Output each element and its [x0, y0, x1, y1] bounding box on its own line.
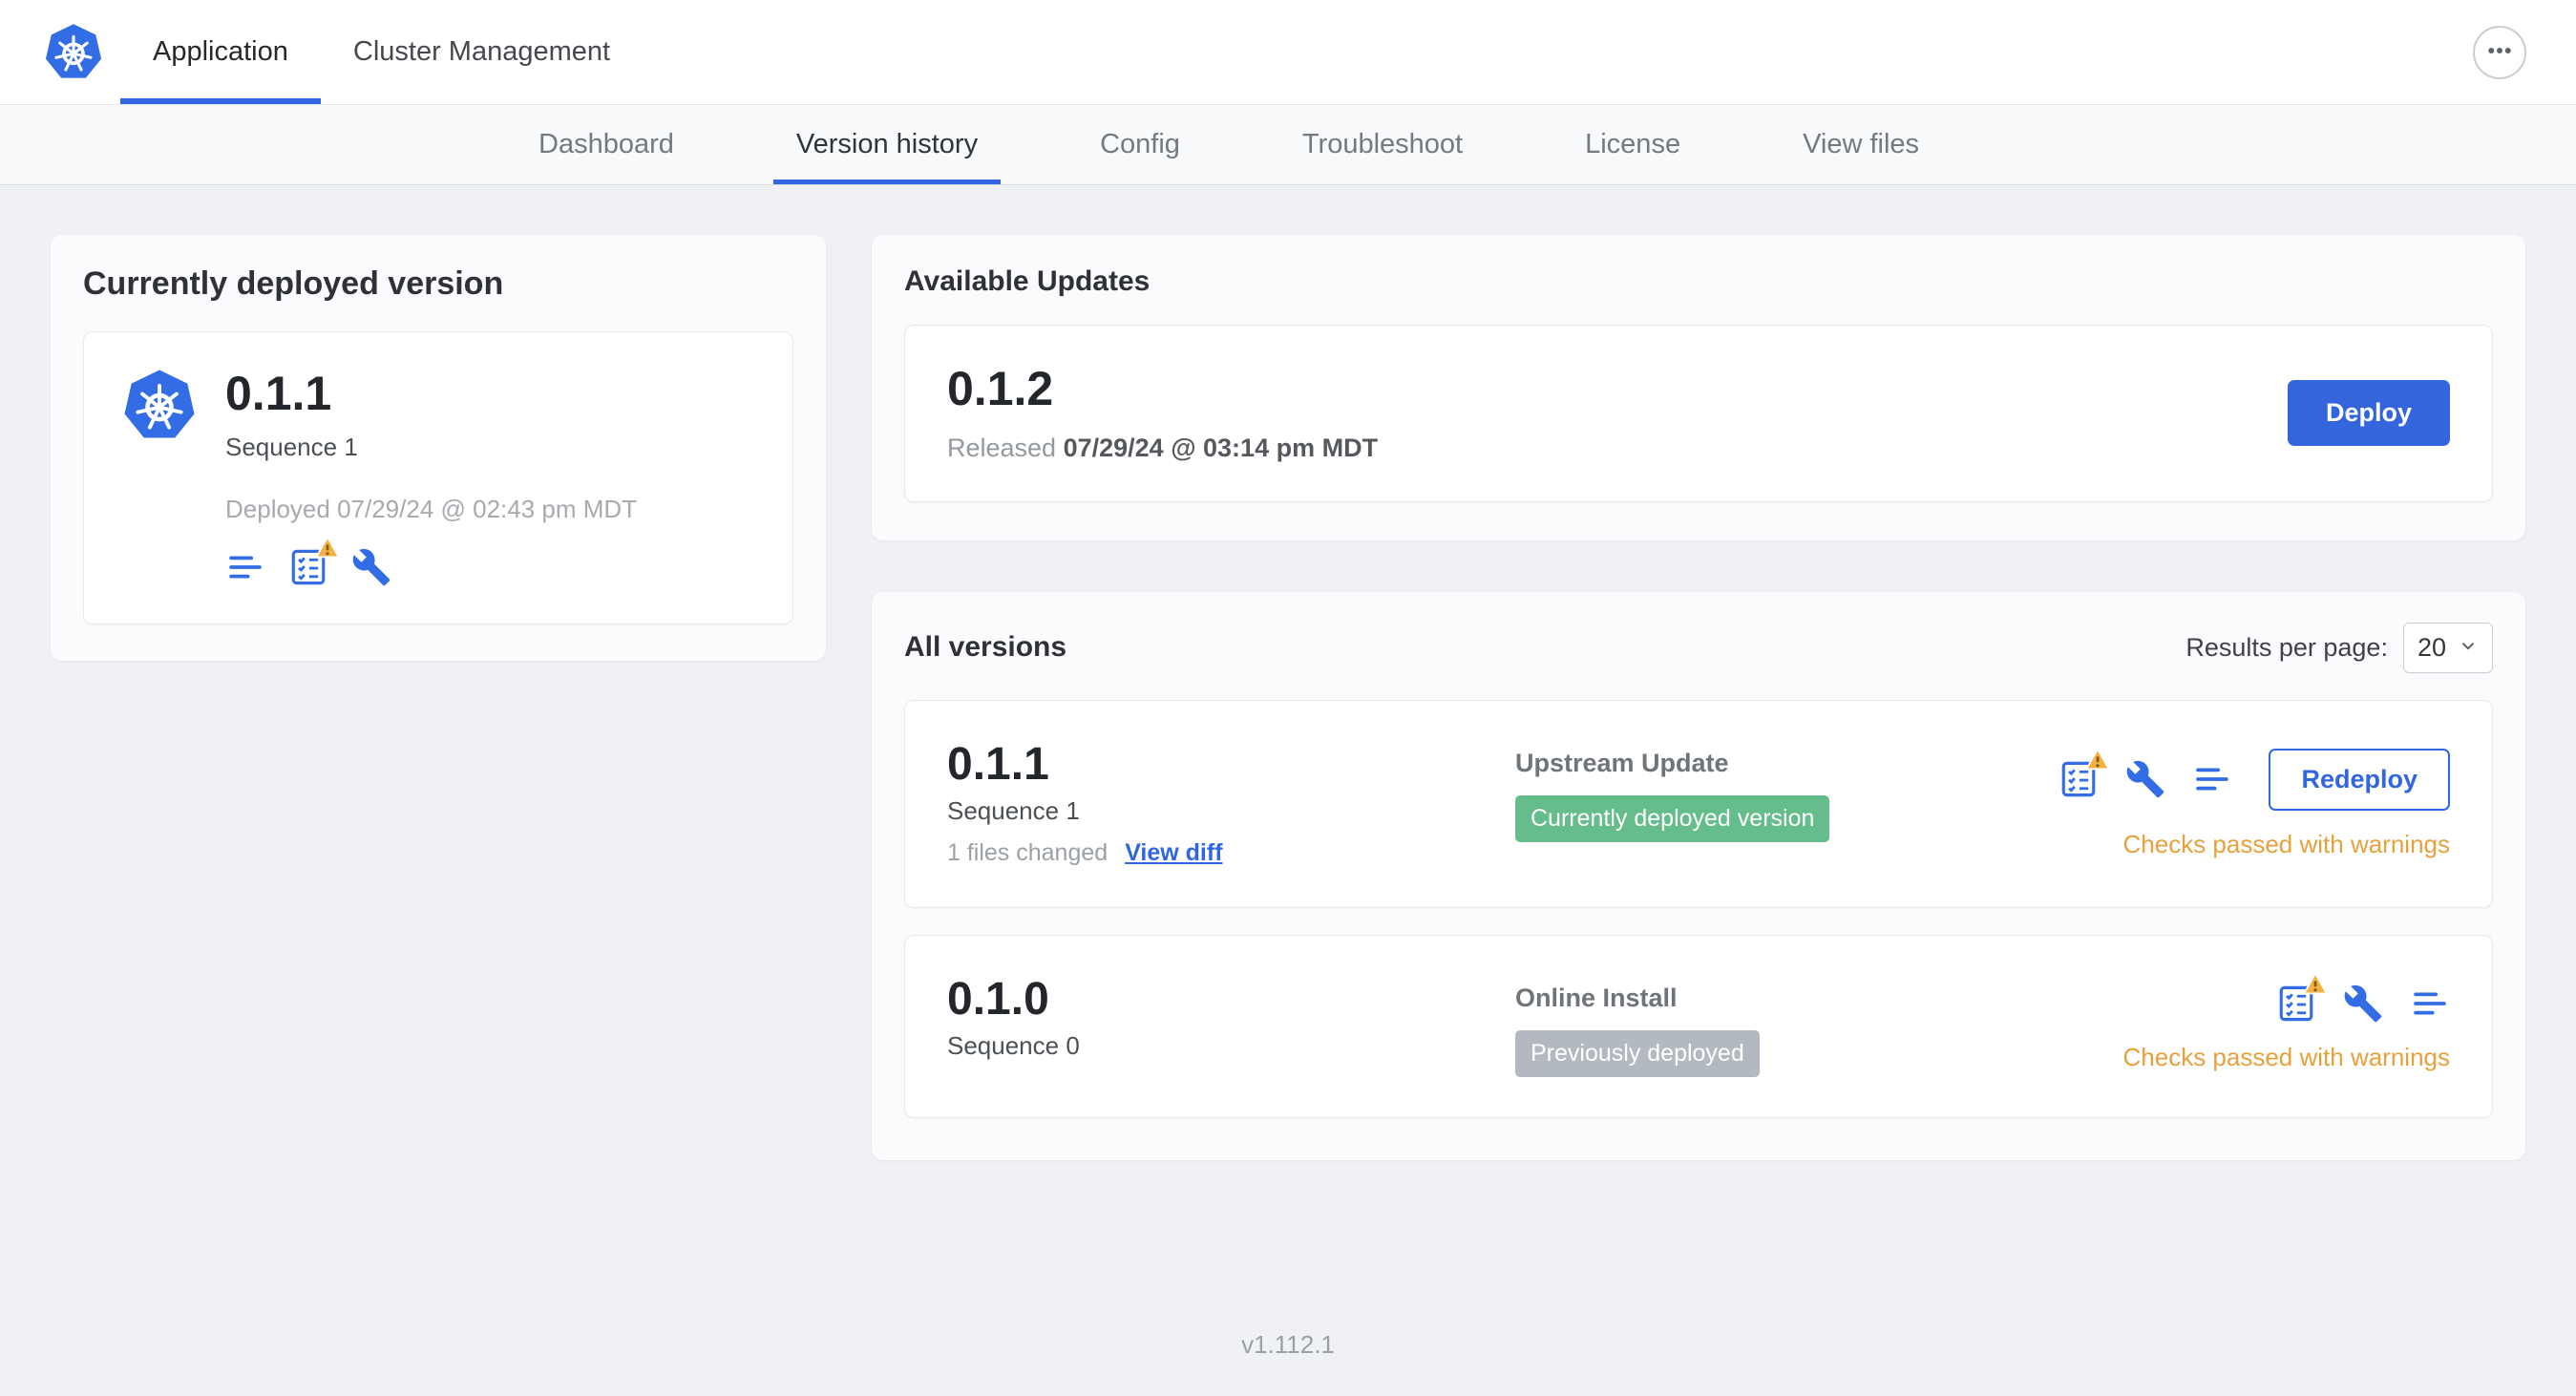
available-update-row: 0.1.2 Released 07/29/24 @ 03:14 pm MDT D… [904, 325, 2493, 502]
deployed-status-badge: Currently deployed version [1515, 794, 1830, 842]
results-per-page: Results per page: 20 [2185, 622, 2493, 673]
page-footer: v1.112.1 [0, 1292, 2576, 1396]
main-content: Currently deployed version 0.1.1 Sequenc… [0, 185, 2576, 1292]
results-per-page-label: Results per page: [2185, 632, 2388, 662]
version-source-block: Upstream Update Currently deployed versi… [1515, 741, 2059, 842]
view-diff-link[interactable]: View diff [1125, 839, 1222, 867]
version-actions [2276, 971, 2450, 1024]
overflow-menu-button[interactable] [2473, 25, 2526, 79]
available-updates-title: Available Updates [904, 265, 1151, 297]
deployed-icon-row [225, 535, 637, 587]
subtab-troubleshoot[interactable]: Troubleshoot [1279, 105, 1486, 184]
subtab-config[interactable]: Config [1077, 105, 1203, 184]
version-number: 0.1.0 [947, 973, 1049, 1025]
results-per-page-value: 20 [2417, 632, 2446, 662]
deployed-sequence-label: Sequence 1 [225, 432, 358, 461]
warning-triangle-icon [2085, 748, 2111, 771]
preflight-checks-icon[interactable] [288, 535, 340, 587]
top-bar: Application Cluster Management [0, 0, 2576, 105]
kubernetes-logo-icon [44, 23, 103, 82]
all-versions-header: All versions Results per page: 20 [904, 622, 2493, 673]
deployed-version-number: 0.1.1 [225, 367, 332, 420]
version-info: 0.1.1 Sequence 1 1 files changed View di… [947, 738, 1515, 867]
subtab-version-history[interactable]: Version history [772, 105, 1002, 184]
release-notes-icon[interactable] [2410, 984, 2450, 1024]
version-sequence: Sequence 1 [947, 795, 1080, 825]
results-per-page-select[interactable]: 20 [2402, 622, 2493, 673]
version-number: 0.1.1 [947, 738, 1049, 790]
deployed-status-badge: Previously deployed [1515, 1029, 1760, 1077]
checks-status-text[interactable]: Checks passed with warnings [2123, 830, 2451, 859]
release-notes-icon[interactable] [2192, 759, 2232, 799]
ellipsis-icon [2485, 36, 2514, 68]
update-version-number: 0.1.2 [947, 362, 1054, 415]
released-date: 07/29/24 @ 03:14 pm MDT [1063, 433, 1379, 462]
update-released-text: Released 07/29/24 @ 03:14 pm MDT [947, 434, 1378, 463]
tab-application[interactable]: Application [120, 0, 321, 104]
release-notes-icon[interactable] [225, 547, 265, 587]
currently-deployed-card: Currently deployed version 0.1.1 Sequenc… [51, 235, 826, 661]
version-actions-block: Redeploy Checks passed with warnings [2059, 741, 2450, 859]
version-source-block: Online Install Previously deployed [1515, 976, 2123, 1077]
deployed-date-text: Deployed 07/29/24 @ 02:43 pm MDT [225, 494, 638, 523]
version-row: 0.1.1 Sequence 1 1 files changed View di… [904, 699, 2493, 908]
console-version-text: v1.112.1 [1241, 1330, 1335, 1359]
files-changed-text: 1 files changed [947, 838, 1109, 866]
version-actions-block: Checks passed with warnings [2123, 971, 2451, 1072]
deploy-button[interactable]: Deploy [2287, 380, 2450, 447]
redeploy-button[interactable]: Redeploy [2269, 748, 2450, 811]
warning-triangle-icon [2303, 971, 2328, 995]
deployed-column: Currently deployed version 0.1.1 Sequenc… [51, 235, 826, 661]
chevron-down-icon [2458, 633, 2479, 663]
deployed-card-title: Currently deployed version [83, 265, 504, 302]
released-label: Released [947, 433, 1057, 462]
subtab-license[interactable]: License [1562, 105, 1703, 184]
available-updates-card: Available Updates 0.1.2 Released 07/29/2… [872, 235, 2525, 540]
config-wrench-icon[interactable] [351, 547, 391, 587]
version-source: Upstream Update [1515, 748, 1729, 777]
checks-status-text[interactable]: Checks passed with warnings [2123, 1043, 2451, 1072]
version-source: Online Install [1515, 983, 1678, 1012]
version-actions: Redeploy [2059, 748, 2450, 811]
app-sub-nav: Dashboard Version history Config Trouble… [0, 105, 2576, 185]
files-changed-line: 1 files changed View diff [947, 839, 1515, 867]
version-row: 0.1.0 Sequence 0 Online Install Previous… [904, 934, 2493, 1118]
top-nav-tabs: Application Cluster Management [120, 0, 643, 104]
all-versions-card: All versions Results per page: 20 0.1.1 … [872, 591, 2525, 1160]
all-versions-title: All versions [904, 631, 1067, 663]
kubernetes-app-icon [122, 369, 197, 443]
preflight-checks-icon[interactable] [2276, 971, 2328, 1024]
deployed-version-card: 0.1.1 Sequence 1 Deployed 07/29/24 @ 02:… [83, 331, 793, 624]
subtab-dashboard[interactable]: Dashboard [516, 105, 697, 184]
version-info: 0.1.0 Sequence 0 [947, 973, 1515, 1061]
tab-cluster-management[interactable]: Cluster Management [321, 0, 643, 104]
version-sequence: Sequence 0 [947, 1031, 1080, 1061]
deployed-version-details: 0.1.1 Sequence 1 Deployed 07/29/24 @ 02:… [225, 369, 637, 587]
config-wrench-icon[interactable] [2343, 984, 2383, 1024]
subtab-view-files[interactable]: View files [1780, 105, 1942, 184]
versions-column: Available Updates 0.1.2 Released 07/29/2… [872, 235, 2525, 1160]
config-wrench-icon[interactable] [2125, 759, 2165, 799]
preflight-checks-icon[interactable] [2059, 748, 2111, 799]
warning-triangle-icon [315, 535, 340, 559]
update-details: 0.1.2 Released 07/29/24 @ 03:14 pm MDT [947, 364, 1378, 463]
